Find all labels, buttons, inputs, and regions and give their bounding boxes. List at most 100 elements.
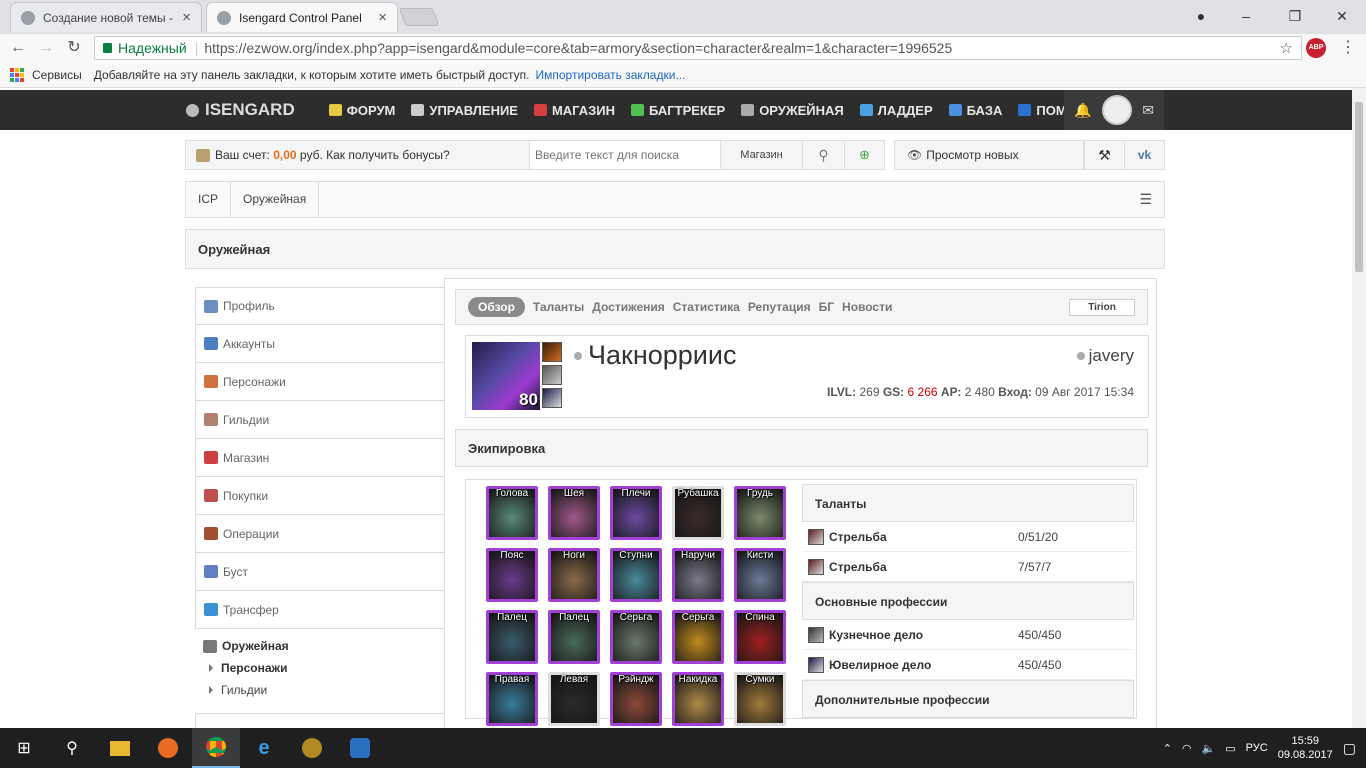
wifi-icon[interactable]: ◠ <box>1182 742 1192 755</box>
volume-icon[interactable]: 🔈 <box>1202 742 1216 755</box>
equipment-slot[interactable]: Рубашка <box>672 486 724 540</box>
sidebar-item-armory[interactable]: Оружейная Персонажи Гильдии <box>195 629 445 707</box>
breadcrumb-item[interactable]: Оружейная <box>231 181 320 218</box>
notification-bell-icon[interactable]: 🔔 <box>1074 102 1091 119</box>
view-new-button[interactable]: 👁 Просмотр новых <box>894 140 1084 170</box>
nav-item[interactable]: БАГТРЕКЕР <box>631 103 725 118</box>
file-explorer-icon[interactable] <box>96 728 144 768</box>
equipment-slot[interactable]: Рэйндж <box>610 672 662 726</box>
nav-item[interactable]: УПРАВЛЕНИЕ <box>411 103 518 118</box>
equipment-slot[interactable]: Спина <box>734 610 786 664</box>
equipment-slot[interactable]: Палец <box>486 610 538 664</box>
notifications-icon[interactable]: ▢ <box>1343 740 1356 757</box>
import-bookmarks-link[interactable]: Импортировать закладки... <box>536 68 686 82</box>
equipment-slot[interactable]: Левая <box>548 672 600 726</box>
equipment-slot[interactable]: Голова <box>486 486 538 540</box>
account-bonus-link[interactable]: руб. Как получить бонусы? <box>300 148 450 162</box>
breadcrumb-item[interactable]: ICP <box>186 181 232 218</box>
site-logo[interactable]: ISENGARD <box>186 100 295 120</box>
adblock-icon[interactable]: ABP <box>1306 38 1326 58</box>
browser-tab-active[interactable]: Isengard Control Panel × <box>206 2 398 32</box>
apps-grid-icon[interactable] <box>10 67 24 82</box>
menu-dots-icon[interactable]: ⋮ <box>1338 38 1358 58</box>
maximize-icon[interactable]: ❐ <box>1283 4 1307 28</box>
nav-item[interactable]: БАЗА <box>948 103 1002 118</box>
search-icon[interactable]: ⚲ <box>802 141 844 169</box>
equipment-slot[interactable]: Пояс <box>486 548 538 602</box>
equipment-slot[interactable]: Шея <box>548 486 600 540</box>
equipment-slot[interactable]: Ноги <box>548 548 600 602</box>
forward-arrow-icon[interactable]: → <box>36 38 56 58</box>
talent-row[interactable]: Стрельба 0/51/20 <box>802 522 1134 552</box>
equipment-slot[interactable]: Накидка <box>672 672 724 726</box>
close-tab-icon[interactable]: × <box>378 9 387 26</box>
equipment-slot[interactable]: Правая <box>486 672 538 726</box>
character-tab[interactable]: Достижения <box>592 300 664 314</box>
character-tab[interactable]: Таланты <box>533 300 584 314</box>
profession-row[interactable]: Ювелирное дело 450/450 <box>802 650 1134 680</box>
url-bar[interactable]: Надежный | https://ezwow.org/index.php?a… <box>94 36 1302 60</box>
apps-label[interactable]: Сервисы <box>32 68 82 82</box>
clock[interactable]: 15:59 09.08.2017 <box>1278 734 1333 762</box>
equipment-slot[interactable]: Плечи <box>610 486 662 540</box>
sidebar-item[interactable]: Покупки <box>195 477 445 515</box>
sidebar-item[interactable]: Персонажи <box>195 363 445 401</box>
sidebar-item[interactable]: Гильдии <box>195 401 445 439</box>
sidebar-item[interactable]: Магазин <box>195 439 445 477</box>
battery-icon[interactable]: ▭ <box>1225 742 1235 755</box>
equipment-slot[interactable]: Серьга <box>672 610 724 664</box>
equipment-slot[interactable]: Палец <box>548 610 600 664</box>
nav-item[interactable]: ОРУЖЕЙНАЯ <box>741 103 844 118</box>
windows-start-icon[interactable]: ⊞ <box>0 728 48 768</box>
back-arrow-icon[interactable]: ← <box>8 38 28 58</box>
nav-item[interactable]: МАГАЗИН <box>533 103 615 118</box>
profession-jewel-icon[interactable] <box>542 388 562 408</box>
tools-icon[interactable]: ⚒ <box>1084 140 1125 170</box>
chrome-icon[interactable] <box>192 728 240 768</box>
search-input[interactable] <box>530 141 720 169</box>
character-tab[interactable]: Новости <box>842 300 892 314</box>
reload-icon[interactable]: ↻ <box>64 38 84 58</box>
sidebar-item[interactable]: Аккаунты <box>195 325 445 363</box>
chevron-up-icon[interactable]: ⌃ <box>1163 742 1172 755</box>
profile-icon[interactable]: ● <box>1189 4 1213 28</box>
minimize-icon[interactable]: – <box>1234 4 1258 28</box>
mail-icon[interactable]: ✉ <box>1142 102 1154 119</box>
close-window-icon[interactable]: ✕ <box>1330 4 1354 28</box>
talent-row[interactable]: Стрельба 7/57/7 <box>802 552 1134 582</box>
sidebar-item[interactable]: Операции <box>195 515 445 553</box>
wow-launcher-icon[interactable] <box>288 728 336 768</box>
language-indicator[interactable]: РУС <box>1246 742 1268 754</box>
sidebar-subitem-guilds[interactable]: Гильдии <box>203 683 437 697</box>
search-icon[interactable]: ⚲ <box>48 728 96 768</box>
page-scrollbar[interactable] <box>1352 88 1366 728</box>
edge-icon[interactable]: e <box>240 728 288 768</box>
profession-row[interactable]: Кузнечное дело 450/450 <box>802 620 1134 650</box>
sidebar-subitem-characters[interactable]: Персонажи <box>203 661 437 675</box>
sidebar-item[interactable]: Трансфер <box>195 591 445 629</box>
equipment-slot[interactable]: Серьга <box>610 610 662 664</box>
firefox-icon[interactable] <box>144 728 192 768</box>
avatar[interactable] <box>1101 95 1132 125</box>
sidebar-item[interactable]: Профиль <box>195 287 445 325</box>
app-icon[interactable] <box>336 728 384 768</box>
equipment-slot[interactable]: Грудь <box>734 486 786 540</box>
character-tab[interactable]: Репутация <box>748 300 811 314</box>
character-tab[interactable]: БГ <box>819 300 834 314</box>
scrollbar-thumb[interactable] <box>1355 102 1363 272</box>
url-text[interactable]: https://ezwow.org/index.php?app=isengard… <box>204 40 952 56</box>
sidebar-item-more[interactable] <box>195 713 445 728</box>
new-tab-button[interactable] <box>398 8 440 26</box>
equipment-slot[interactable]: Наручи <box>672 548 724 602</box>
bookmark-star-icon[interactable]: ☆ <box>1280 39 1293 57</box>
character-tab[interactable]: Статистика <box>673 300 740 314</box>
search-scope-button[interactable]: Магазин <box>720 141 802 169</box>
spec-icon[interactable] <box>542 342 562 362</box>
nav-item[interactable]: ФОРУМ <box>328 103 395 118</box>
profession-anvil-icon[interactable] <box>542 365 562 385</box>
advanced-search-icon[interactable]: ⊕ <box>844 141 884 169</box>
list-menu-icon[interactable]: ☰ <box>1139 191 1152 208</box>
browser-tab[interactable]: Создание новой темы - × <box>10 2 202 32</box>
equipment-slot[interactable]: Сумки <box>734 672 786 726</box>
sidebar-item[interactable]: Буст <box>195 553 445 591</box>
